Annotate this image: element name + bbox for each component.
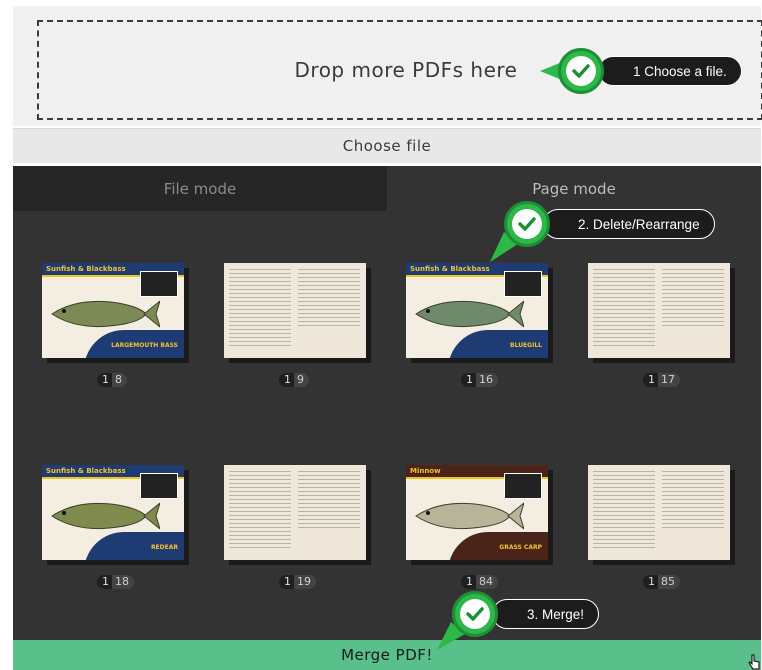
cover-species-name: GRASS CARP <box>499 544 542 551</box>
text-column <box>593 471 655 551</box>
cover-species-name: LARGEMOUTH BASS <box>111 342 178 349</box>
page-thumbnail[interactable] <box>224 465 366 560</box>
file-number: 1 <box>279 575 294 589</box>
hand-cursor-icon <box>748 654 760 670</box>
text-column <box>298 269 360 329</box>
callout-choose-file-text: 1 Choose a file. <box>633 63 727 79</box>
check-icon <box>452 591 498 637</box>
callout-merge-text: 3. Merge! <box>527 606 585 622</box>
fish-illustration <box>415 502 524 530</box>
page-number: 8 <box>112 373 127 387</box>
cover-title: Sunfish & Blackbass <box>46 265 126 273</box>
cover-title: Minnow <box>410 467 441 475</box>
page-thumbnail[interactable]: Sunfish & Blackbass REDEAR <box>42 465 184 560</box>
tab-page-mode[interactable]: Page mode <box>387 166 761 211</box>
callout-merge: 3. Merge! <box>492 599 600 629</box>
cover-photo <box>504 473 542 499</box>
file-number: 1 <box>643 373 658 387</box>
page-number: 18 <box>112 575 134 589</box>
page-number-badge: 1 18 <box>97 575 134 589</box>
text-column <box>593 269 655 349</box>
page-number: 9 <box>294 373 309 387</box>
page-number: 84 <box>476 575 498 589</box>
fish-illustration <box>51 300 160 328</box>
cover-title: Sunfish & Blackbass <box>410 265 490 273</box>
cover-photo <box>140 473 178 499</box>
choose-file-button[interactable]: Choose file <box>13 128 761 163</box>
page-number: 16 <box>476 373 498 387</box>
page-thumbnail[interactable] <box>588 263 730 358</box>
text-column <box>229 471 291 551</box>
tab-file-mode[interactable]: File mode <box>13 166 387 211</box>
cover-title: Sunfish & Blackbass <box>46 467 126 475</box>
page-thumbnail[interactable]: Sunfish & Blackbass BLUEGILL <box>406 263 548 358</box>
cover-photo <box>140 271 178 297</box>
page-thumbnail[interactable] <box>588 465 730 560</box>
check-icon <box>504 201 550 247</box>
page-number-badge: 1 16 <box>461 373 498 387</box>
cover-species-name: REDEAR <box>150 544 178 551</box>
file-number: 1 <box>643 575 658 589</box>
page-number-badge: 19 <box>279 373 309 387</box>
page-thumbnail[interactable] <box>224 263 366 358</box>
check-icon <box>558 48 604 94</box>
page-number-badge: 18 <box>97 373 127 387</box>
callout-choose-file: 1 Choose a file. <box>598 56 742 86</box>
cover-species-name: BLUEGILL <box>510 342 542 349</box>
callout-delete-rearrange: 2. Delete/Rearrange <box>543 209 715 239</box>
text-column <box>298 471 360 531</box>
callout-delete-rearrange-text: 2. Delete/Rearrange <box>578 216 700 232</box>
file-number: 1 <box>97 373 112 387</box>
file-number: 1 <box>461 373 476 387</box>
fish-illustration <box>415 300 524 328</box>
text-column <box>229 269 291 349</box>
page-number-badge: 1 19 <box>279 575 316 589</box>
page-thumbnail[interactable]: Minnow GRASS CARP <box>406 465 548 560</box>
text-column <box>662 471 724 531</box>
page-number-badge: 1 17 <box>643 373 680 387</box>
text-column <box>662 269 724 329</box>
drop-zone-text: Drop more PDFs here <box>294 58 518 82</box>
file-number: 1 <box>279 373 294 387</box>
fish-illustration <box>51 502 160 530</box>
page-thumbnail[interactable]: Sunfish & Blackbass LARGEMOUTH BASS <box>42 263 184 358</box>
mode-tabs: File mode Page mode <box>13 166 761 211</box>
file-number: 1 <box>461 575 476 589</box>
merge-pdf-button[interactable]: Merge PDF! <box>13 640 761 670</box>
page-number-badge: 1 84 <box>461 575 498 589</box>
page-number: 85 <box>658 575 680 589</box>
cover-photo <box>504 271 542 297</box>
file-number: 1 <box>97 575 112 589</box>
page-number: 17 <box>658 373 680 387</box>
page-number: 19 <box>294 575 316 589</box>
page-number-badge: 1 85 <box>643 575 680 589</box>
